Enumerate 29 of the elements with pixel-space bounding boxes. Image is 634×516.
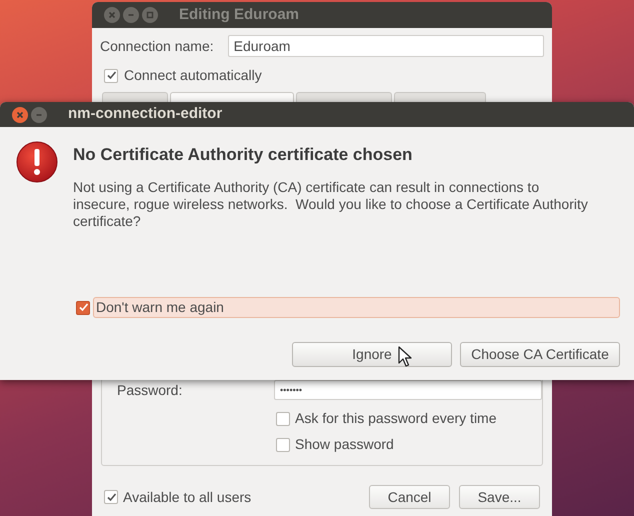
checkbox[interactable] xyxy=(276,438,290,452)
checkbox-label: Connect automatically xyxy=(124,66,262,85)
close-icon xyxy=(108,11,116,19)
window-title: Editing Eduroam xyxy=(179,4,299,25)
ignore-button[interactable]: Ignore xyxy=(292,342,452,367)
dialog-heading: No Certificate Authority certificate chosen xyxy=(73,144,414,166)
input-field[interactable]: Eduroam xyxy=(228,35,544,57)
maximize-icon xyxy=(146,11,154,19)
dialog-message: Not using a Certificate Authority (CA) certificate can result in connections to insecure, rogue wireless networks. Would you like to choose a Certificate Authority certificate? xyxy=(73,179,589,230)
field-label: Connection name: xyxy=(100,36,214,56)
window-title: nm-connection-editor xyxy=(68,104,222,124)
checkbox[interactable] xyxy=(104,68,118,82)
checkbox-label: Don't warn me again xyxy=(93,297,620,318)
password-field[interactable]: ••••••• xyxy=(274,380,542,400)
cancel-button[interactable]: Cancel xyxy=(369,485,450,509)
choose-certificate-button[interactable]: Choose CA Certificate xyxy=(460,342,620,367)
checkbox[interactable] xyxy=(104,490,118,504)
checkbox-label: Show password xyxy=(295,435,394,454)
field-label: Password: xyxy=(117,380,184,400)
checkbox-label: Ask for this password every time xyxy=(295,409,497,428)
checkbox[interactable] xyxy=(276,412,290,426)
error-icon xyxy=(16,141,58,183)
minimize-icon xyxy=(127,11,135,19)
mouse-pointer-icon xyxy=(398,346,412,367)
close-icon xyxy=(16,110,24,118)
checkbox[interactable] xyxy=(76,300,90,314)
save-button[interactable]: Save... xyxy=(459,485,540,509)
close-button[interactable] xyxy=(12,106,28,122)
checkbox-label: Available to all users xyxy=(123,488,252,506)
